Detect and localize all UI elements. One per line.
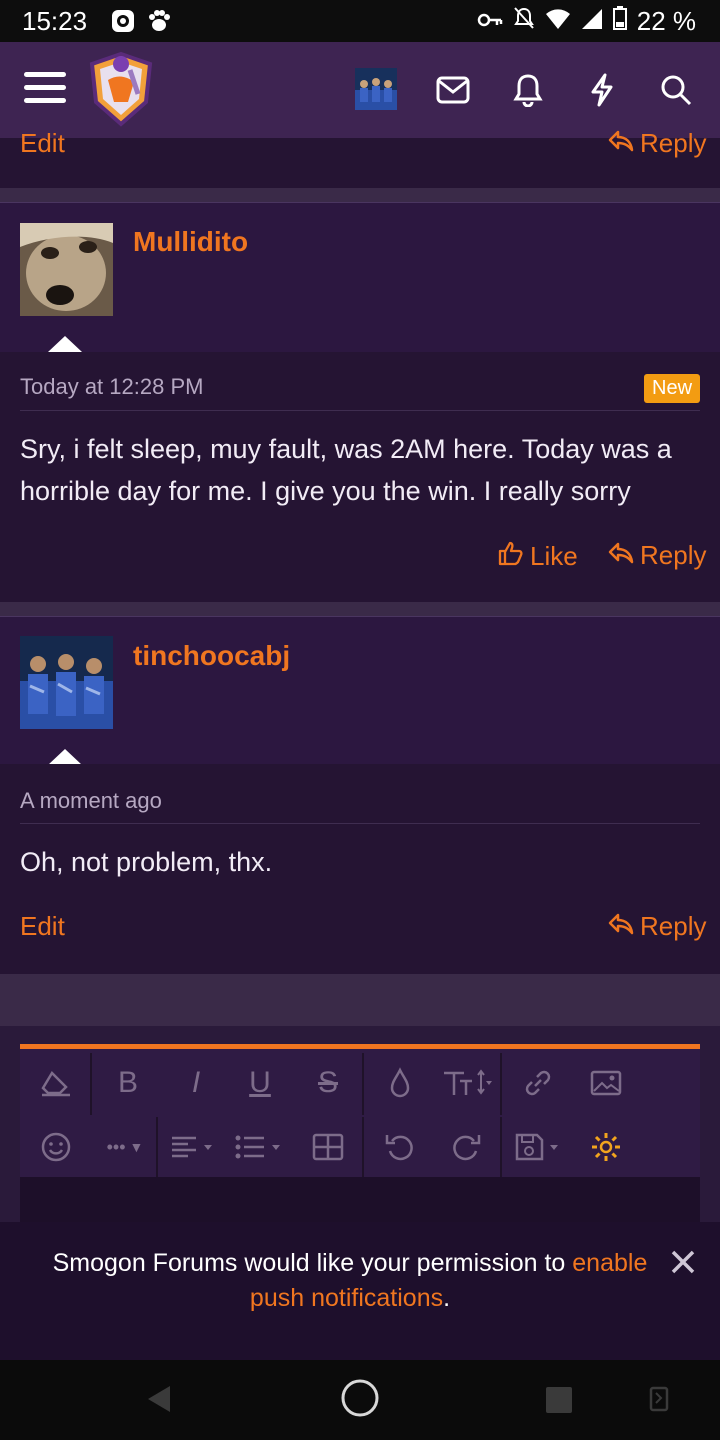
post-message: Oh, not problem, thx. bbox=[20, 847, 273, 877]
toolbar-separator bbox=[362, 1117, 364, 1179]
back-icon[interactable] bbox=[146, 1384, 172, 1419]
status-right: 22 % bbox=[477, 6, 696, 37]
post-date[interactable]: A moment ago bbox=[20, 788, 162, 814]
italic-icon[interactable]: I bbox=[176, 1063, 216, 1103]
toolbar-separator bbox=[90, 1053, 92, 1115]
close-icon[interactable] bbox=[668, 1247, 698, 1277]
push-notification-text: Smogon Forums would like your permission… bbox=[52, 1249, 648, 1312]
previous-reply-link[interactable]: Reply bbox=[608, 128, 706, 159]
status-bar: 15:23 22 % bbox=[0, 0, 720, 42]
wifi-icon bbox=[545, 6, 571, 37]
underline-icon[interactable]: U bbox=[240, 1063, 280, 1103]
rotate-icon[interactable] bbox=[648, 1384, 670, 1419]
signal-icon bbox=[581, 6, 603, 37]
camera-notification-icon bbox=[110, 8, 136, 39]
image-icon[interactable] bbox=[586, 1063, 626, 1103]
user-pointer bbox=[48, 336, 82, 352]
reply-icon bbox=[608, 540, 634, 571]
post-message: Sry, i felt sleep, muy fault, was 2AM he… bbox=[20, 434, 672, 506]
smiley-icon[interactable] bbox=[36, 1127, 76, 1167]
battery-percent: 22 % bbox=[636, 6, 696, 36]
link-icon[interactable] bbox=[518, 1063, 558, 1103]
menu-icon[interactable] bbox=[24, 72, 66, 108]
recents-icon[interactable] bbox=[545, 1386, 573, 1419]
battery-icon bbox=[612, 6, 627, 37]
list-icon[interactable] bbox=[234, 1127, 294, 1167]
toolbar-separator bbox=[362, 1053, 364, 1115]
post-divider bbox=[0, 602, 720, 616]
reply-icon bbox=[608, 128, 634, 159]
post-date[interactable]: Today at 12:28 PM bbox=[20, 374, 203, 400]
avatar[interactable] bbox=[20, 636, 113, 729]
more-icon[interactable]: ••• ▼ bbox=[98, 1127, 152, 1167]
redo-icon[interactable] bbox=[446, 1127, 486, 1167]
toolbar-separator bbox=[156, 1117, 158, 1179]
undo-icon[interactable] bbox=[380, 1127, 420, 1167]
section-divider bbox=[0, 974, 720, 1026]
font-size-icon[interactable] bbox=[440, 1063, 494, 1103]
strikethrough-icon[interactable]: S bbox=[308, 1063, 348, 1103]
reply-editor: B I U S ••• ▼ bbox=[20, 1044, 700, 1239]
reply-link[interactable]: Reply bbox=[608, 540, 706, 571]
thumbs-up-icon bbox=[498, 540, 524, 573]
search-icon[interactable] bbox=[656, 70, 696, 110]
paw-notification-icon bbox=[146, 8, 172, 39]
user-avatar-icon[interactable] bbox=[355, 68, 397, 110]
color-icon[interactable] bbox=[380, 1063, 420, 1103]
whats-new-icon[interactable] bbox=[582, 70, 622, 110]
eraser-icon[interactable] bbox=[36, 1063, 76, 1103]
vpn-key-icon bbox=[477, 6, 503, 37]
username[interactable]: tinchoocabj bbox=[133, 640, 290, 672]
table-icon[interactable] bbox=[308, 1127, 348, 1167]
toolbar-separator bbox=[500, 1053, 502, 1115]
inbox-icon[interactable] bbox=[433, 70, 473, 110]
smogon-logo[interactable] bbox=[86, 50, 156, 128]
align-icon[interactable] bbox=[170, 1127, 224, 1167]
separator bbox=[20, 410, 700, 411]
toolbar-separator bbox=[500, 1117, 502, 1179]
edit-link[interactable]: Edit bbox=[20, 911, 65, 942]
avatar[interactable] bbox=[20, 223, 113, 316]
new-badge: New bbox=[644, 374, 701, 403]
username[interactable]: Mullidito bbox=[133, 226, 248, 258]
settings-icon[interactable] bbox=[586, 1127, 626, 1167]
reply-icon bbox=[608, 911, 634, 942]
user-pointer bbox=[48, 749, 82, 765]
like-link[interactable]: Like bbox=[498, 540, 578, 573]
previous-edit-link[interactable]: Edit bbox=[20, 128, 65, 159]
save-draft-icon[interactable] bbox=[514, 1127, 568, 1167]
mute-icon bbox=[513, 6, 535, 37]
separator bbox=[20, 823, 700, 824]
home-icon[interactable] bbox=[340, 1378, 380, 1423]
bell-icon[interactable] bbox=[508, 70, 548, 110]
status-time: 15:23 bbox=[22, 6, 88, 36]
reply-link[interactable]: Reply bbox=[608, 911, 706, 942]
bold-icon[interactable]: B bbox=[108, 1063, 148, 1103]
post-divider bbox=[0, 188, 720, 202]
